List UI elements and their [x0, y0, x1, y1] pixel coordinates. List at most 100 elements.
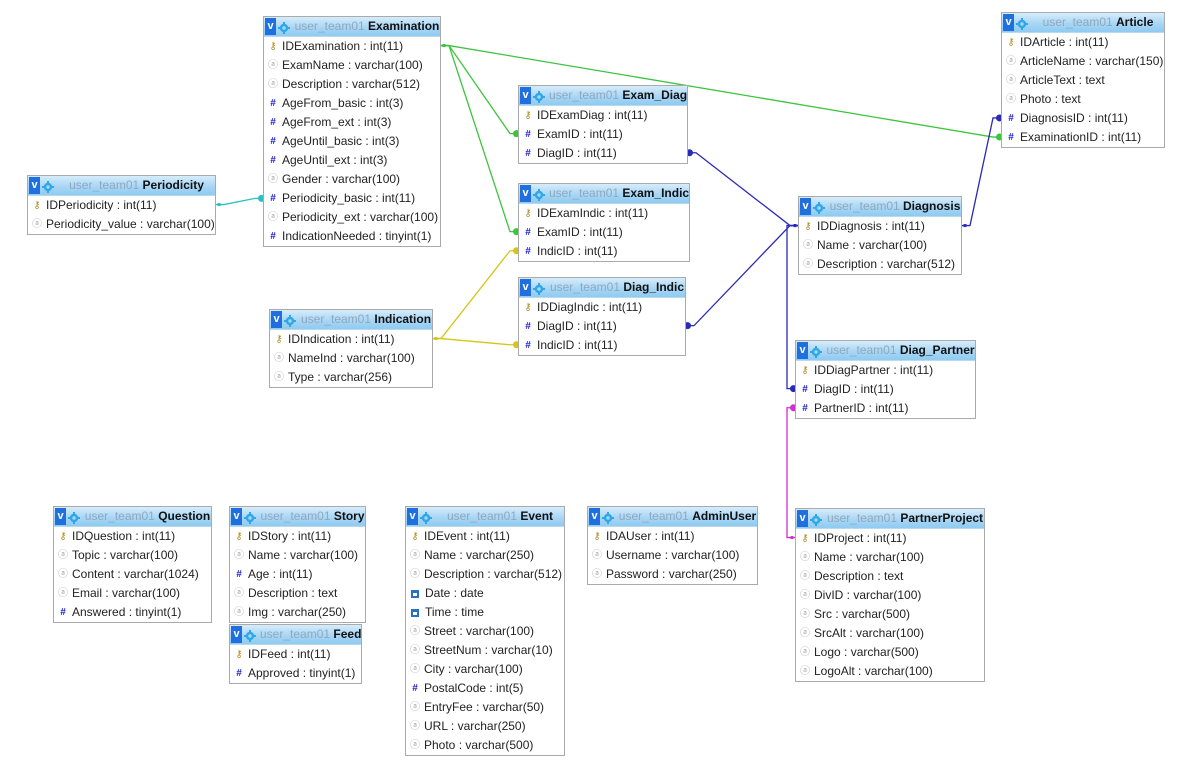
column-row[interactable]: # IndicationNeeded : tinyint(1) [264, 227, 440, 246]
column-row[interactable]: ⚷ IDDiagnosis : int(11) [799, 217, 961, 236]
column-row[interactable]: ⓐ Description : varchar(512) [264, 75, 440, 94]
table-diag-indic[interactable]: v user_team01 Diag_Indic ⚷ IDDiagIndic : in… [518, 277, 686, 356]
table-adminuser[interactable]: v user_team01 AdminUser ⚷ IDAUser : int(11)… [587, 506, 758, 585]
column-row[interactable]: ⓐ SrcAlt : varchar(100) [796, 624, 984, 643]
column-row[interactable]: ⓐ Type : varchar(256) [270, 368, 432, 387]
column-row[interactable]: ⓐ Description : text [796, 567, 984, 586]
toggle-columns-icon[interactable]: v [271, 311, 282, 328]
table-periodicity[interactable]: v user_team01 Periodicity ⚷ IDPeriodicity :… [27, 175, 216, 235]
table-partnerproject[interactable]: v user_team01 PartnerProject ⚷ IDProject : … [795, 508, 985, 682]
table-options-gear-icon[interactable] [602, 511, 614, 524]
column-row[interactable]: ⚷ IDExamination : int(11) [264, 37, 440, 56]
column-row[interactable]: ⓐ LogoAlt : varchar(100) [796, 662, 984, 681]
table-options-gear-icon[interactable] [244, 629, 256, 642]
column-row[interactable]: # Age : int(11) [230, 565, 365, 584]
table-diagnosis[interactable]: v user_team01 Diagnosis ⚷ IDDiagnosis : int… [798, 196, 962, 275]
table-header[interactable]: v user_team01 Examination [264, 17, 440, 37]
toggle-columns-icon[interactable]: v [520, 279, 531, 296]
table-exam-diag[interactable]: v user_team01 Exam_Diag ⚷ IDExamDiag : int(… [518, 85, 688, 164]
table-options-gear-icon[interactable] [278, 21, 290, 34]
table-header[interactable]: v user_team01 Diag_Partner [796, 341, 975, 361]
table-header[interactable]: v user_team01 Story [230, 507, 365, 527]
table-indication[interactable]: v user_team01 Indication ⚷ IDIndication : i… [269, 309, 433, 388]
column-row[interactable]: # Answered : tinyint(1) [54, 603, 211, 622]
column-row[interactable]: ⓐ Username : varchar(100) [588, 546, 757, 565]
column-row[interactable]: ⓐ City : varchar(100) [406, 660, 564, 679]
column-row[interactable]: ⓐ Name : varchar(100) [799, 236, 961, 255]
toggle-columns-icon[interactable]: v [520, 87, 531, 104]
column-row[interactable]: # AgeUntil_basic : int(3) [264, 132, 440, 151]
table-header[interactable]: v user_team01 Article [1002, 13, 1164, 33]
relation-line[interactable] [441, 44, 518, 233]
column-row[interactable]: ⓐ Topic : varchar(100) [54, 546, 211, 565]
relation-line[interactable] [441, 44, 518, 135]
table-article[interactable]: v user_team01 Article ⚷ IDArticle : int(11)… [1001, 12, 1165, 148]
toggle-columns-icon[interactable]: v [797, 510, 808, 527]
column-row[interactable]: ⚷ IDDiagPartner : int(11) [796, 361, 975, 380]
column-row[interactable]: # IndicID : int(11) [519, 242, 689, 261]
column-row[interactable]: ⓐ Img : varchar(250) [230, 603, 365, 622]
table-options-gear-icon[interactable] [810, 345, 822, 358]
table-header[interactable]: v user_team01 Event [406, 507, 564, 527]
column-row[interactable]: ⓐ Logo : varchar(500) [796, 643, 984, 662]
relation-line[interactable] [686, 224, 798, 327]
column-row[interactable]: # Approved : tinyint(1) [230, 664, 361, 683]
column-row[interactable]: ⚷ IDExamDiag : int(11) [519, 106, 687, 125]
table-exam-indic[interactable]: v user_team01 Exam_Indic ⚷ IDExamIndic : in… [518, 183, 690, 262]
toggle-columns-icon[interactable]: v [231, 626, 242, 643]
column-row[interactable]: ⓐ Periodicity_ext : varchar(100) [264, 208, 440, 227]
column-row[interactable]: ⚷ IDEvent : int(11) [406, 527, 564, 546]
column-row[interactable]: ⚷ IDProject : int(11) [796, 529, 984, 548]
relation-line[interactable] [688, 152, 798, 227]
column-row[interactable]: ⓐ Street : varchar(100) [406, 622, 564, 641]
column-row[interactable]: ⓐ Email : varchar(100) [54, 584, 211, 603]
column-row[interactable]: # DiagnosisID : int(11) [1002, 109, 1164, 128]
table-options-gear-icon[interactable] [284, 314, 296, 327]
column-row[interactable]: ⚷ IDStory : int(11) [230, 527, 365, 546]
column-row[interactable]: ⓐ ArticleText : text [1002, 71, 1164, 90]
column-row[interactable]: ⓐ URL : varchar(250) [406, 717, 564, 736]
toggle-columns-icon[interactable]: v [55, 508, 66, 525]
column-row[interactable]: ⓐ ExamName : varchar(100) [264, 56, 440, 75]
table-feed[interactable]: v user_team01 Feed ⚷ IDFeed : int(11) # Appro… [229, 624, 362, 684]
column-row[interactable]: ⚷ IDIndication : int(11) [270, 330, 432, 349]
toggle-columns-icon[interactable]: v [29, 177, 40, 194]
column-row[interactable]: ⓐ Name : varchar(250) [406, 546, 564, 565]
relation-line[interactable] [962, 117, 1001, 227]
table-header[interactable]: v user_team01 Exam_Diag [519, 86, 687, 106]
column-row[interactable]: ⓐ Photo : text [1002, 90, 1164, 109]
column-row[interactable]: ⓐ Src : varchar(500) [796, 605, 984, 624]
column-row[interactable]: ⓐ Description : varchar(512) [406, 565, 564, 584]
column-row[interactable]: ⓐ NameInd : varchar(100) [270, 349, 432, 368]
table-header[interactable]: v user_team01 Exam_Indic [519, 184, 689, 204]
table-story[interactable]: v user_team01 Story ⚷ IDStory : int(11) ⓐ Nam… [229, 506, 366, 623]
column-row[interactable]: ⓐ Content : varchar(1024) [54, 565, 211, 584]
table-header[interactable]: v user_team01 AdminUser [588, 507, 757, 527]
column-row[interactable]: ⚷ IDPeriodicity : int(11) [28, 196, 215, 215]
toggle-columns-icon[interactable]: v [797, 342, 808, 359]
relation-line[interactable] [433, 337, 518, 346]
column-row[interactable]: Date : date [406, 584, 564, 603]
table-options-gear-icon[interactable] [68, 511, 80, 524]
table-options-gear-icon[interactable] [42, 180, 54, 193]
table-diag-partner[interactable]: v user_team01 Diag_Partner ⚷ IDDiagPartner … [795, 340, 976, 419]
column-row[interactable]: ⓐ Gender : varchar(100) [264, 170, 440, 189]
column-row[interactable]: # DiagID : int(11) [796, 380, 975, 399]
table-options-gear-icon[interactable] [420, 511, 432, 524]
column-row[interactable]: # ExamID : int(11) [519, 125, 687, 144]
column-row[interactable]: ⚷ IDDiagIndic : int(11) [519, 298, 685, 317]
table-header[interactable]: v user_team01 Question [54, 507, 211, 527]
column-row[interactable]: # ExaminationID : int(11) [1002, 128, 1164, 147]
column-row[interactable]: ⓐ DivID : varchar(100) [796, 586, 984, 605]
column-row[interactable]: ⓐ EntryFee : varchar(50) [406, 698, 564, 717]
toggle-columns-icon[interactable]: v [800, 198, 811, 215]
column-row[interactable]: # AgeUntil_ext : int(3) [264, 151, 440, 170]
table-header[interactable]: v user_team01 Periodicity [28, 176, 215, 196]
column-row[interactable]: # AgeFrom_basic : int(3) [264, 94, 440, 113]
table-header[interactable]: v user_team01 Indication [270, 310, 432, 330]
toggle-columns-icon[interactable]: v [520, 185, 531, 202]
column-row[interactable]: ⓐ Password : varchar(250) [588, 565, 757, 584]
table-options-gear-icon[interactable] [813, 201, 825, 214]
column-row[interactable]: Time : time [406, 603, 564, 622]
table-options-gear-icon[interactable] [533, 90, 545, 103]
